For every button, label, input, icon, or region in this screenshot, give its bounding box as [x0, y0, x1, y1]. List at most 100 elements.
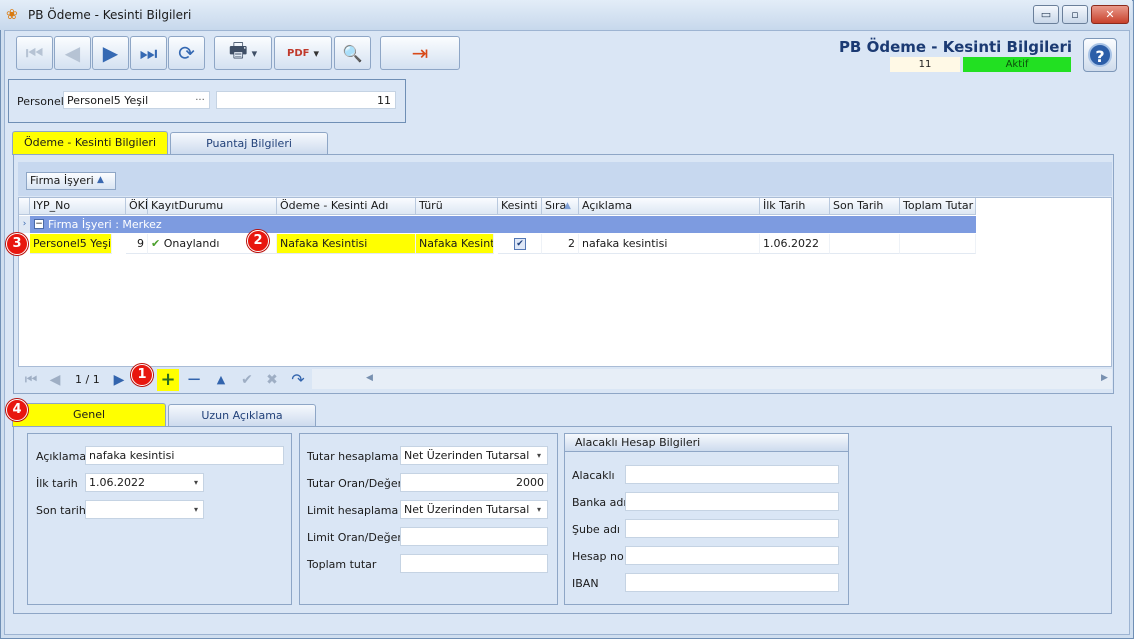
next-icon: ▶ [102, 41, 119, 65]
banka-adi-input[interactable] [625, 492, 839, 511]
kesinti-checkbox[interactable]: ✔ [514, 238, 526, 250]
column-header-toplam-tutar[interactable]: Toplam Tutar [900, 198, 976, 215]
personel-id-field[interactable]: 11 [216, 91, 396, 109]
sube-adi-input[interactable] [625, 519, 839, 538]
help-button[interactable]: ? [1083, 38, 1117, 72]
column-header-kesinti[interactable]: Kesinti [498, 198, 542, 215]
toplam-tutar-label: Toplam tutar [307, 558, 377, 571]
refresh-icon: ⟳ [178, 41, 195, 65]
search-icon: 🔍 [342, 43, 363, 63]
last-icon: ⏭ [139, 41, 158, 65]
alacakli-label: Alacaklı [572, 469, 615, 482]
status-text: Onaylandı [163, 237, 220, 250]
column-header-ilk-tarih[interactable]: İlk Tarih [760, 198, 830, 215]
limit-hesaplama-select[interactable]: Net Üzerinden Tutarsal [400, 500, 548, 519]
exit-door-icon: ⇥ [411, 41, 429, 65]
scroll-right-icon[interactable]: ▶ [1101, 373, 1108, 383]
nav-refresh-icon[interactable]: ↷ [289, 371, 307, 389]
next-record-button[interactable]: ▶ [92, 36, 129, 70]
cell-aciklama[interactable]: nafaka kesintisi [579, 234, 760, 254]
record-number: 11 [890, 57, 960, 72]
aciklama-input[interactable]: nafaka kesintisi [85, 446, 284, 465]
group-row-merkez[interactable]: Firma İşyeri : Merkez [30, 216, 976, 233]
nav-next-icon[interactable]: ▶ [110, 371, 128, 389]
nav-up-icon[interactable]: ▲ [212, 371, 230, 389]
tab-puantaj[interactable]: Puantaj Bilgileri [170, 132, 328, 154]
column-header-oki-no[interactable]: ÖKİNo [126, 198, 148, 215]
column-header-aciklama[interactable]: Açıklama [579, 198, 760, 215]
son-tarih-date-picker[interactable] [85, 500, 204, 519]
personel-lookup-button[interactable]: ... [193, 92, 207, 108]
callout-2: 2 [247, 230, 269, 252]
cell-iyp-no[interactable]: Personel5 Yeşil [30, 234, 112, 254]
window-title: PB Ödeme - Kesinti Bilgileri [28, 8, 192, 22]
column-header-turu[interactable]: Türü [416, 198, 498, 215]
maximize-button[interactable]: ▫ [1062, 5, 1088, 24]
cell-sira[interactable]: 2 [542, 234, 579, 254]
alacakli-group-title: Alacaklı Hesap Bilgileri [565, 434, 848, 452]
pdf-export-button[interactable]: PDF ▾ [274, 36, 332, 70]
column-header-odeme-kesinti-adi[interactable]: Ödeme - Kesinti Adı [277, 198, 416, 215]
scroll-left-icon[interactable]: ◀ [366, 373, 373, 383]
column-header-kayit-durumu[interactable]: KayıtDurumu [148, 198, 277, 215]
cell-turu[interactable]: Nafaka Kesintisi [416, 234, 494, 254]
cell-oki-no[interactable]: 9 [126, 234, 148, 254]
ilk-tarih-label: İlk tarih [36, 477, 78, 490]
tutar-hesaplama-select[interactable]: Net Üzerinden Tutarsal [400, 446, 548, 465]
search-button[interactable]: 🔍 [334, 36, 371, 70]
printer-icon: 🖶 [228, 38, 248, 62]
tutar-oran-input[interactable]: 2000 [400, 473, 548, 492]
nav-delete-icon[interactable]: − [185, 371, 203, 389]
previous-record-button[interactable]: ◀ [54, 36, 91, 70]
row-indicator-icon: › [19, 216, 30, 233]
son-tarih-dropdown-icon[interactable]: ▾ [190, 501, 202, 518]
limit-oran-input[interactable] [400, 527, 548, 546]
iban-input[interactable] [625, 573, 839, 592]
sort-ascending-icon: ▲ [564, 201, 571, 211]
ilk-tarih-date-picker[interactable]: 1.06.2022 [85, 473, 204, 492]
close-button[interactable]: ✕ [1091, 5, 1129, 24]
tab-genel[interactable]: Genel [12, 403, 166, 427]
tutar-hesaplama-dropdown-icon[interactable]: ▾ [533, 447, 545, 464]
cell-ilk-tarih[interactable]: 1.06.2022 [760, 234, 830, 254]
horizontal-scrollbar[interactable] [312, 369, 1112, 389]
refresh-button[interactable]: ⟳ [168, 36, 205, 70]
form-title: PB Ödeme - Kesinti Bilgileri [838, 38, 1072, 56]
banka-adi-label: Banka adı [572, 496, 627, 509]
minimize-button[interactable]: ▭ [1033, 5, 1059, 24]
personel-input[interactable]: Personel5 Yeşil [63, 91, 210, 109]
collapse-icon[interactable]: − [34, 219, 44, 229]
first-record-button[interactable]: ⏮ [16, 36, 53, 70]
hesap-no-input[interactable] [625, 546, 839, 565]
alacakli-input[interactable] [625, 465, 839, 484]
column-header-iyp-no[interactable]: IYP_No [30, 198, 126, 215]
pdf-icon: PDF [287, 47, 310, 59]
nav-first-icon[interactable]: ⏮ [22, 371, 40, 389]
exit-button[interactable]: ⇥ [380, 36, 460, 70]
callout-1: 1 [131, 364, 153, 386]
print-button[interactable]: 🖶 ▾ [214, 36, 272, 70]
nav-prev-icon[interactable]: ◀ [46, 371, 64, 389]
sort-arrow-icon: ▲ [97, 175, 104, 185]
limit-hesaplama-dropdown-icon[interactable]: ▾ [533, 501, 545, 518]
personel-label: Personel [17, 95, 64, 108]
cell-toplam-tutar[interactable] [900, 234, 976, 254]
callout-4: 4 [6, 399, 28, 421]
hesap-no-label: Hesap no [572, 550, 624, 563]
column-header-sira[interactable]: Sıra ▲ [542, 198, 579, 215]
aciklama-label: Açıklama [36, 450, 87, 463]
status-badge: Aktif [963, 57, 1071, 72]
column-header-son-tarih[interactable]: Son Tarih [830, 198, 900, 215]
last-record-button[interactable]: ⏭ [130, 36, 167, 70]
tab-uzun-aciklama[interactable]: Uzun Açıklama [168, 404, 316, 426]
cell-odeme-kesinti-adi[interactable]: Nafaka Kesintisi [277, 234, 416, 254]
iban-label: IBAN [572, 577, 599, 590]
toplam-tutar-input[interactable] [400, 554, 548, 573]
cell-son-tarih[interactable] [830, 234, 900, 254]
tutar-oran-label: Tutar Oran/Değer [307, 477, 403, 490]
tab-odeme-kesinti[interactable]: Ödeme - Kesinti Bilgileri [12, 131, 168, 155]
nav-add-record-button[interactable]: + [157, 369, 179, 391]
nav-cancel-icon[interactable]: ✖ [263, 371, 281, 389]
nav-accept-icon[interactable]: ✔ [238, 371, 256, 389]
ilk-tarih-dropdown-icon[interactable]: ▾ [190, 474, 202, 491]
